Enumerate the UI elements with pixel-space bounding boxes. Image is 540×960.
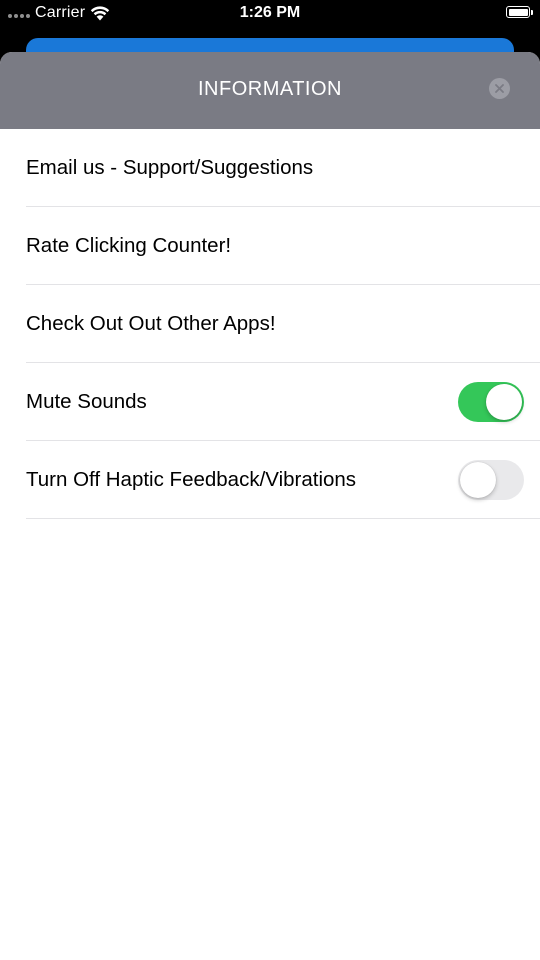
sheet-header: INFORMATION [0, 52, 540, 129]
information-sheet: INFORMATION Email us - Support/Suggestio… [0, 52, 540, 960]
settings-list: Email us - Support/Suggestions Rate Clic… [0, 129, 540, 519]
row-label: Turn Off Haptic Feedback/Vibrations [26, 467, 357, 491]
close-icon [495, 84, 504, 93]
mute-sounds-row: Mute Sounds [26, 363, 540, 441]
toggle-knob [486, 383, 522, 420]
row-label: Check Out Out Other Apps! [26, 311, 276, 335]
battery-icon [506, 6, 533, 18]
toggle-knob [460, 461, 496, 498]
row-label: Email us - Support/Suggestions [26, 155, 314, 179]
app-screen: Carrier 1:26 PM INFORMATION Email us - S… [0, 0, 540, 960]
row-label: Rate Clicking Counter! [26, 233, 232, 257]
sheet-title: INFORMATION [197, 78, 342, 100]
other-apps-row[interactable]: Check Out Out Other Apps! [26, 285, 540, 363]
status-bar: Carrier 1:26 PM [0, 0, 540, 28]
haptic-feedback-toggle[interactable] [458, 459, 524, 500]
haptic-feedback-row: Turn Off Haptic Feedback/Vibrations [26, 441, 540, 519]
close-button[interactable] [489, 78, 510, 99]
status-time: 1:26 PM [239, 4, 301, 21]
email-support-row[interactable]: Email us - Support/Suggestions [26, 129, 540, 207]
mute-sounds-toggle[interactable] [458, 381, 524, 422]
rate-app-row[interactable]: Rate Clicking Counter! [26, 207, 540, 285]
row-label: Mute Sounds [26, 389, 147, 413]
